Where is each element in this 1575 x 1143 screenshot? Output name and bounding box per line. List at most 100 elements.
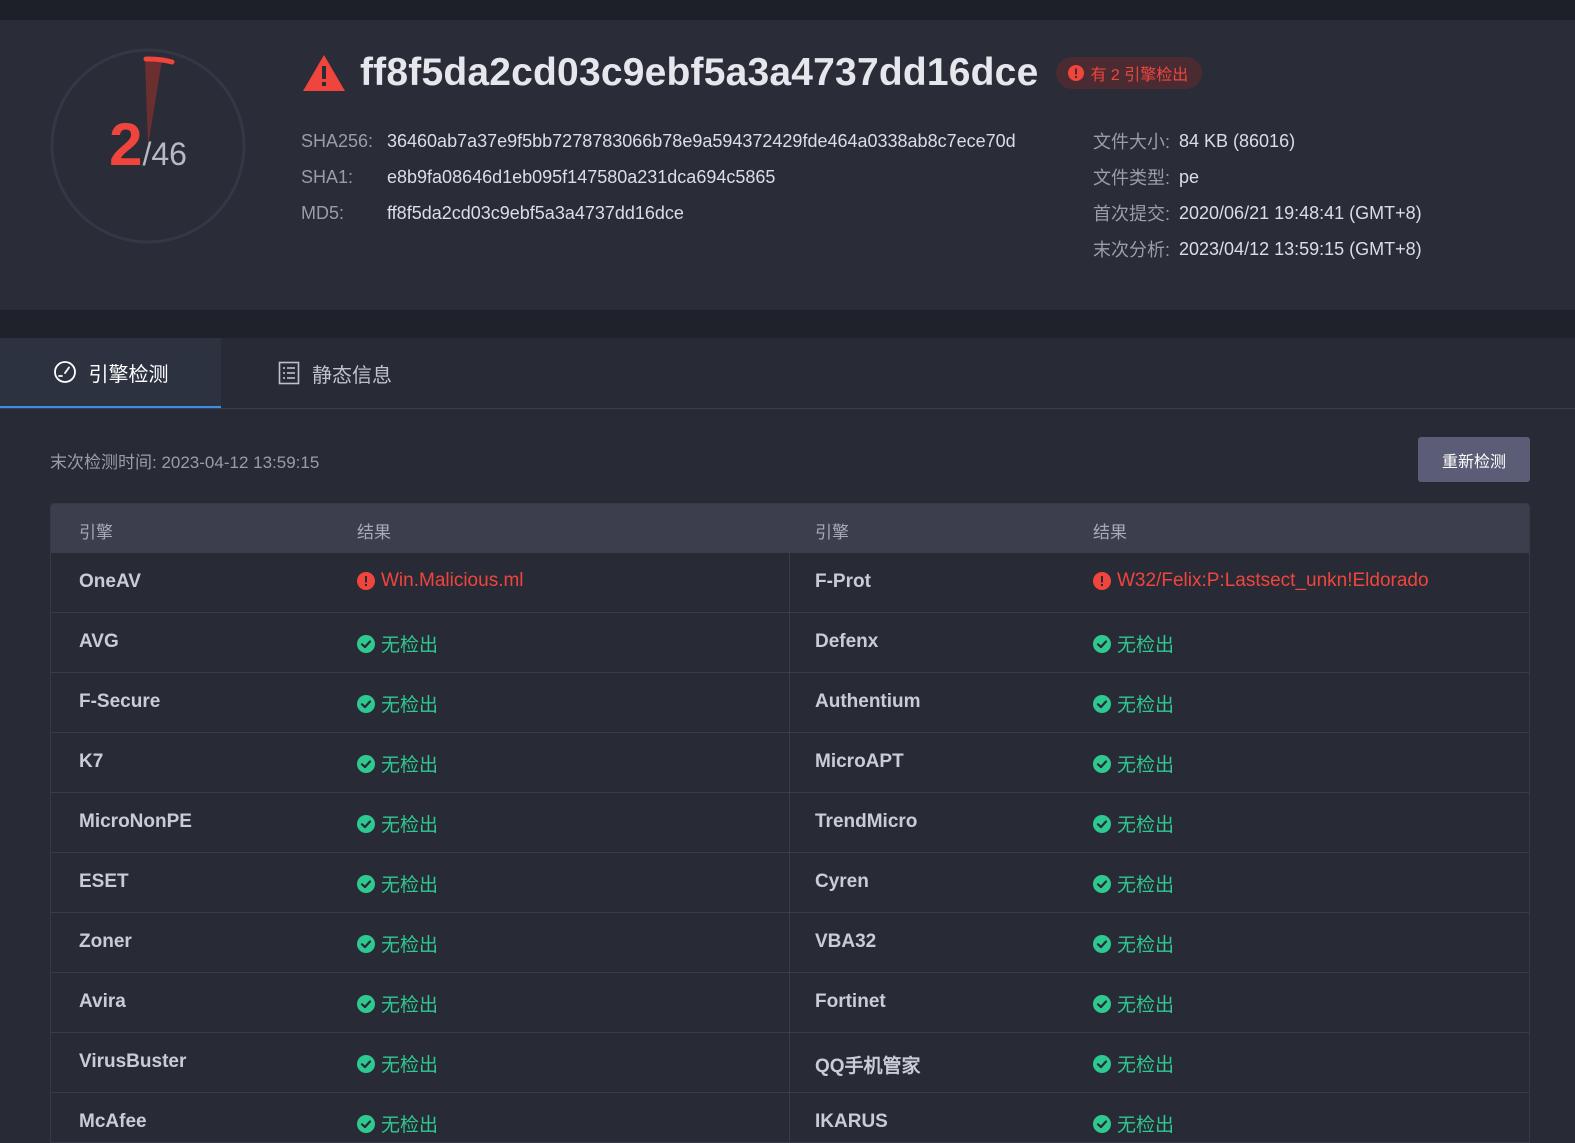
- engine-name: AVG: [79, 631, 119, 652]
- table-row: VirusBuster 无检出 QQ手机管家 无检出: [51, 1033, 1529, 1093]
- first-submit-label: 首次提交:: [1093, 204, 1171, 224]
- table-row: F-Secure 无检出 Authentium 无检出: [51, 673, 1529, 733]
- table-row: MicroNonPE 无检出 TrendMicro 无检出: [51, 793, 1529, 853]
- file-info: 文件大小: 84 KB (86016) 文件类型: pe 首次提交: 2020/…: [1093, 123, 1422, 267]
- file-type-value: pe: [1179, 166, 1200, 187]
- tab-engine-detection-label: 引擎检测: [88, 363, 169, 386]
- engine-result-text: 无检出: [381, 815, 439, 836]
- check-circle-icon: [1093, 754, 1111, 773]
- engine-result: 无检出: [1093, 990, 1174, 1017]
- engine-result: 无检出: [357, 930, 438, 957]
- detection-badge: 有 2 引擎检出: [1056, 57, 1203, 89]
- last-scan-time: 末次检测时间: 2023-04-12 13:59:15: [50, 453, 320, 472]
- engine-result: 无检出: [357, 1050, 438, 1077]
- tab-engine-detection[interactable]: 引擎检测: [0, 338, 221, 408]
- check-circle-icon: [357, 1054, 375, 1073]
- sha256-row: SHA256: 36460ab7a37e9f5bb7278783066b78e9…: [301, 123, 1016, 159]
- engine-name: Defenx: [815, 631, 879, 652]
- check-circle-icon: [357, 814, 375, 833]
- sha1-label: SHA1:: [301, 166, 354, 187]
- check-circle-icon: [1093, 814, 1111, 833]
- md5-row: MD5: ff8f5da2cd03c9ebf5a3a4737dd16dce: [301, 195, 1016, 231]
- rescan-button[interactable]: 重新检测: [1418, 437, 1530, 482]
- engine-name: QQ手机管家: [815, 1056, 921, 1077]
- table-row: OneAV Win.Malicious.ml F-Prot W32/Felix:P:L…: [51, 553, 1529, 613]
- exclamation-circle-icon: [1093, 572, 1111, 590]
- sha256-value: 36460ab7a37e9f5bb7278783066b78e9a5943724…: [387, 130, 1016, 151]
- engine-result: 无检出: [357, 750, 438, 777]
- md5-value: ff8f5da2cd03c9ebf5a3a4737dd16dce: [387, 202, 684, 223]
- engine-result-text: 无检出: [381, 635, 439, 656]
- engine-name: Zoner: [79, 931, 132, 952]
- check-circle-icon: [1093, 874, 1111, 893]
- header-result-left: 结果: [357, 523, 391, 542]
- check-circle-icon: [1093, 694, 1111, 713]
- engine-name: Fortinet: [815, 991, 886, 1012]
- engine-result-text: 无检出: [1117, 1055, 1175, 1076]
- engine-result-text: 无检出: [1117, 755, 1175, 776]
- engine-result-text: 无检出: [1117, 635, 1175, 656]
- engine-name: Authentium: [815, 691, 921, 712]
- engine-result: Win.Malicious.ml: [357, 570, 524, 592]
- engine-result: 无检出: [1093, 750, 1174, 777]
- engine-result-text: W32/Felix:P:Lastsect_unkn!Eldorado: [1117, 570, 1429, 591]
- last-analysis-row: 末次分析: 2023/04/12 13:59:15 (GMT+8): [1093, 231, 1422, 267]
- engine-name: Avira: [79, 991, 126, 1012]
- engine-result-text: 无检出: [381, 695, 439, 716]
- engine-result-text: 无检出: [381, 935, 439, 956]
- last-analysis-value: 2023/04/12 13:59:15 (GMT+8): [1179, 238, 1422, 259]
- table-body: OneAV Win.Malicious.ml F-Prot W32/Felix:P:L…: [51, 553, 1529, 1142]
- engine-name: VBA32: [815, 931, 877, 952]
- engine-name: F-Secure: [79, 691, 161, 712]
- engine-result-text: 无检出: [381, 995, 439, 1016]
- detection-score: 2/46: [48, 110, 248, 179]
- engine-result-text: 无检出: [381, 755, 439, 776]
- engine-results-table: 引擎 结果 引擎 结果 OneAV Win.Malicious.ml F-Prot W…: [50, 503, 1530, 1143]
- warning-triangle-icon: [303, 55, 345, 91]
- table-row: Zoner 无检出 VBA32 无检出: [51, 913, 1529, 973]
- table-header: 引擎 结果 引擎 结果: [51, 504, 1529, 553]
- engine-name: IKARUS: [815, 1111, 888, 1132]
- first-submit-row: 首次提交: 2020/06/21 19:48:41 (GMT+8): [1093, 195, 1422, 231]
- engine-name: MicroAPT: [815, 751, 904, 772]
- engine-result: 无检出: [357, 1110, 438, 1137]
- engine-result: 无检出: [357, 990, 438, 1017]
- table-row: ESET 无检出 Cyren 无检出: [51, 853, 1529, 913]
- file-size-label: 文件大小:: [1093, 132, 1171, 152]
- engine-result: 无检出: [357, 630, 438, 657]
- check-circle-icon: [1093, 1054, 1111, 1073]
- section-gap: [0, 310, 1575, 338]
- file-type-row: 文件类型: pe: [1093, 159, 1422, 195]
- check-circle-icon: [357, 754, 375, 773]
- file-hash-title: ff8f5da2cd03c9ebf5a3a4737dd16dce: [360, 51, 1039, 94]
- check-circle-icon: [1093, 994, 1111, 1013]
- engine-result: 无检出: [1093, 1050, 1174, 1077]
- header-engine-left: 引擎: [79, 523, 113, 542]
- top-strip: [0, 0, 1575, 20]
- sha256-label: SHA256:: [301, 130, 374, 151]
- engine-result-text: 无检出: [1117, 1115, 1175, 1136]
- first-submit-value: 2020/06/21 19:48:41 (GMT+8): [1179, 202, 1422, 223]
- engine-result: 无检出: [357, 810, 438, 837]
- engine-result-text: 无检出: [381, 1115, 439, 1136]
- sha1-value: e8b9fa08646d1eb095f147580a231dca694c5865: [387, 166, 776, 187]
- engine-result-text: 无检出: [381, 1055, 439, 1076]
- engine-result: 无检出: [357, 690, 438, 717]
- engine-result-text: 无检出: [1117, 815, 1175, 836]
- engine-result: 无检出: [1093, 810, 1174, 837]
- engine-name: TrendMicro: [815, 811, 918, 832]
- engine-name: VirusBuster: [79, 1051, 187, 1072]
- engine-result: 无检出: [1093, 630, 1174, 657]
- header-engine-right: 引擎: [815, 523, 849, 542]
- file-type-label: 文件类型:: [1093, 168, 1171, 188]
- engine-result: 无检出: [1093, 1110, 1174, 1137]
- engine-result-text: Win.Malicious.ml: [381, 570, 524, 591]
- engine-result-text: 无检出: [1117, 935, 1175, 956]
- detected-count: 2: [109, 111, 143, 178]
- tab-static-info-label: 静态信息: [312, 364, 392, 387]
- tab-static-info[interactable]: 静态信息: [278, 338, 392, 408]
- md5-label: MD5:: [301, 202, 345, 223]
- engine-result: 无检出: [357, 870, 438, 897]
- engine-name: OneAV: [79, 571, 141, 592]
- table-row: K7 无检出 MicroAPT 无检出: [51, 733, 1529, 793]
